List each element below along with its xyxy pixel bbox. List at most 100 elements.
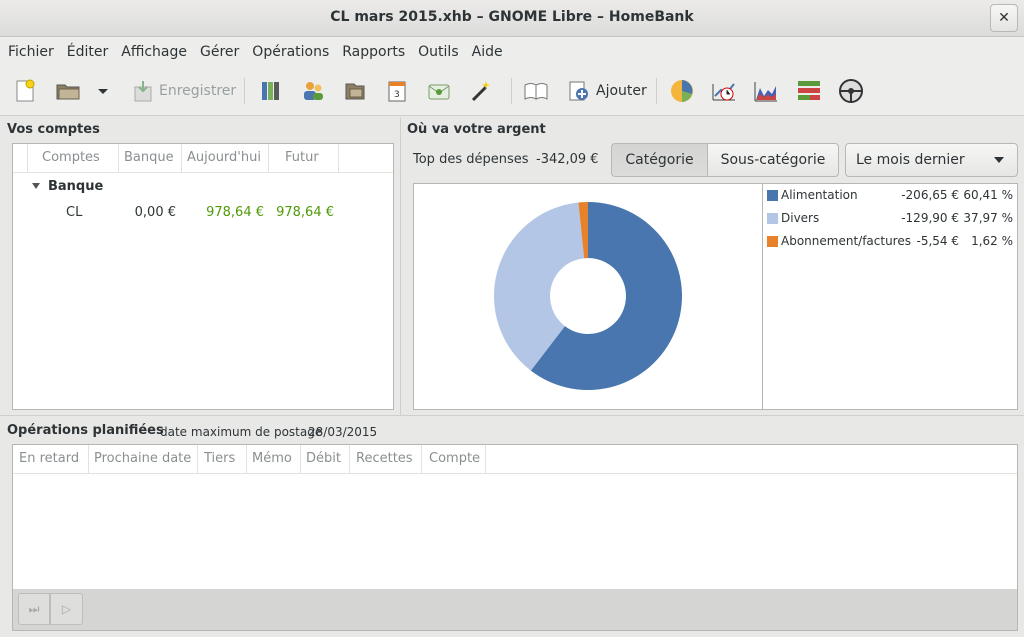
legend-percent: 37,97 % bbox=[963, 211, 1013, 225]
open-file-button[interactable] bbox=[55, 78, 81, 104]
col-payee[interactable]: Tiers bbox=[204, 451, 235, 466]
col-next-date[interactable]: Prochaine date bbox=[94, 451, 191, 466]
legend-item[interactable]: Divers -129,90 € 37,97 % bbox=[765, 210, 1017, 228]
menu-bar: Fichier Éditer Affichage Gérer Opération… bbox=[0, 37, 1024, 66]
save-button[interactable]: Enregistrer bbox=[133, 78, 236, 104]
max-date-value: 28/03/2015 bbox=[308, 425, 378, 439]
post-button[interactable]: ▷ bbox=[50, 593, 83, 625]
balance-report-button[interactable] bbox=[753, 78, 779, 104]
account-row[interactable]: CL 0,00 € 978,64 € 978,64 € bbox=[13, 204, 393, 224]
window-title: CL mars 2015.xhb – GNOME Libre – HomeBan… bbox=[330, 9, 694, 25]
add-operation-label: Ajouter bbox=[596, 83, 647, 99]
pane-separator-vertical[interactable] bbox=[400, 117, 401, 415]
scheduled-icon: 3 bbox=[388, 81, 406, 102]
account-bank: 0,00 € bbox=[134, 205, 176, 220]
budget-report-icon bbox=[798, 81, 820, 100]
menu-rapports[interactable]: Rapports bbox=[338, 44, 413, 60]
balance-report-icon bbox=[754, 82, 777, 102]
period-select[interactable]: Le mois dernier bbox=[845, 143, 1018, 177]
assistant-icon bbox=[471, 81, 490, 102]
account-name: CL bbox=[66, 205, 83, 220]
scheduled-table[interactable]: En retard Prochaine date Tiers Mémo Débi… bbox=[12, 444, 1018, 590]
close-icon: ✕ bbox=[998, 10, 1010, 26]
svg-text:3: 3 bbox=[394, 90, 400, 100]
period-value: Le mois dernier bbox=[856, 152, 965, 168]
chart-legend: Alimentation -206,65 € 60,41 % Divers -129,9… bbox=[762, 183, 1018, 410]
col-late[interactable]: En retard bbox=[19, 451, 79, 466]
menu-aide[interactable]: Aide bbox=[468, 44, 511, 60]
dropdown-arrow-icon bbox=[98, 89, 108, 94]
col-future[interactable]: Futur bbox=[285, 150, 319, 165]
save-icon bbox=[134, 81, 152, 102]
chart-area bbox=[413, 183, 763, 410]
trend-time-icon bbox=[712, 83, 735, 101]
legend-amount: -5,54 € bbox=[916, 234, 960, 248]
col-today[interactable]: Aujourd'hui bbox=[187, 150, 261, 165]
col-debit[interactable]: Débit bbox=[306, 451, 341, 466]
add-operation-button[interactable]: Ajouter bbox=[568, 78, 647, 104]
col-accounts[interactable]: Comptes bbox=[42, 150, 100, 165]
car-cost-button[interactable] bbox=[838, 78, 864, 104]
legend-label: Divers bbox=[781, 211, 820, 225]
pie-chart bbox=[494, 202, 682, 390]
legend-swatch bbox=[767, 213, 778, 224]
menu-editer[interactable]: Éditer bbox=[63, 44, 116, 60]
menu-affichage[interactable]: Affichage bbox=[117, 44, 195, 60]
close-window-button[interactable]: ✕ bbox=[990, 4, 1018, 32]
post-icon: ▷ bbox=[61, 602, 72, 616]
add-operation-icon bbox=[569, 81, 588, 101]
menu-outils[interactable]: Outils bbox=[414, 44, 466, 60]
window-titlebar: CL mars 2015.xhb – GNOME Libre – HomeBan… bbox=[0, 0, 1024, 37]
accounts-button[interactable] bbox=[259, 78, 283, 104]
col-bank[interactable]: Banque bbox=[124, 150, 174, 165]
payees-button[interactable] bbox=[301, 78, 325, 104]
categories-button[interactable] bbox=[343, 78, 367, 104]
legend-amount: -206,65 € bbox=[901, 188, 959, 202]
max-date-label: date maximum de postage bbox=[160, 425, 323, 439]
car-cost-icon bbox=[839, 79, 863, 103]
scheduled-title: Opérations planifiées bbox=[7, 423, 164, 438]
scheduled-actionbar: ⏭ ▷ bbox=[12, 589, 1018, 631]
top-expenses-label: Top des dépenses bbox=[413, 152, 529, 167]
budget-button[interactable] bbox=[427, 78, 451, 104]
spending-title: Où va votre argent bbox=[407, 122, 546, 137]
menu-gerer[interactable]: Gérer bbox=[196, 44, 247, 60]
expander-arrow-icon[interactable] bbox=[31, 181, 41, 191]
new-file-button[interactable] bbox=[13, 78, 37, 104]
new-file-icon bbox=[16, 79, 35, 102]
scheduled-button[interactable]: 3 bbox=[385, 78, 409, 104]
legend-label: Alimentation bbox=[781, 188, 858, 202]
account-group-row[interactable]: Banque bbox=[13, 177, 393, 197]
skip-icon: ⏭ bbox=[28, 602, 40, 616]
menu-fichier[interactable]: Fichier bbox=[4, 44, 62, 60]
accounts-icon bbox=[262, 82, 279, 100]
menu-operations[interactable]: Opérations bbox=[248, 44, 337, 60]
open-recent-dropdown[interactable] bbox=[97, 78, 109, 104]
col-memo[interactable]: Mémo bbox=[252, 451, 292, 466]
legend-item[interactable]: Abonnement/factures -5,54 € 1,62 % bbox=[765, 233, 1017, 251]
trend-time-button[interactable] bbox=[711, 78, 737, 104]
assistant-button[interactable] bbox=[469, 78, 493, 104]
tab-category[interactable]: Catégorie bbox=[611, 143, 708, 177]
show-operations-icon bbox=[524, 83, 548, 100]
legend-swatch bbox=[767, 236, 778, 247]
open-file-icon bbox=[56, 84, 80, 100]
legend-percent: 1,62 % bbox=[971, 234, 1013, 248]
legend-item[interactable]: Alimentation -206,65 € 60,41 % bbox=[765, 187, 1017, 205]
pane-separator-horizontal[interactable] bbox=[0, 415, 1024, 416]
account-future: 978,64 € bbox=[276, 205, 334, 220]
accounts-title: Vos comptes bbox=[7, 122, 100, 137]
col-account[interactable]: Compte bbox=[429, 451, 480, 466]
budget-icon bbox=[428, 84, 450, 100]
legend-label: Abonnement/factures bbox=[781, 234, 911, 248]
legend-percent: 60,41 % bbox=[963, 188, 1013, 202]
legend-amount: -129,90 € bbox=[901, 211, 959, 225]
col-income[interactable]: Recettes bbox=[356, 451, 413, 466]
payees-icon bbox=[304, 82, 323, 100]
budget-report-button[interactable] bbox=[796, 78, 822, 104]
tab-subcategory[interactable]: Sous-catégorie bbox=[707, 143, 839, 177]
show-operations-button[interactable] bbox=[523, 78, 549, 104]
accounts-table[interactable]: Comptes Banque Aujourd'hui Futur Banque … bbox=[12, 143, 394, 410]
statistics-button[interactable] bbox=[669, 78, 695, 104]
skip-button[interactable]: ⏭ bbox=[18, 593, 50, 625]
